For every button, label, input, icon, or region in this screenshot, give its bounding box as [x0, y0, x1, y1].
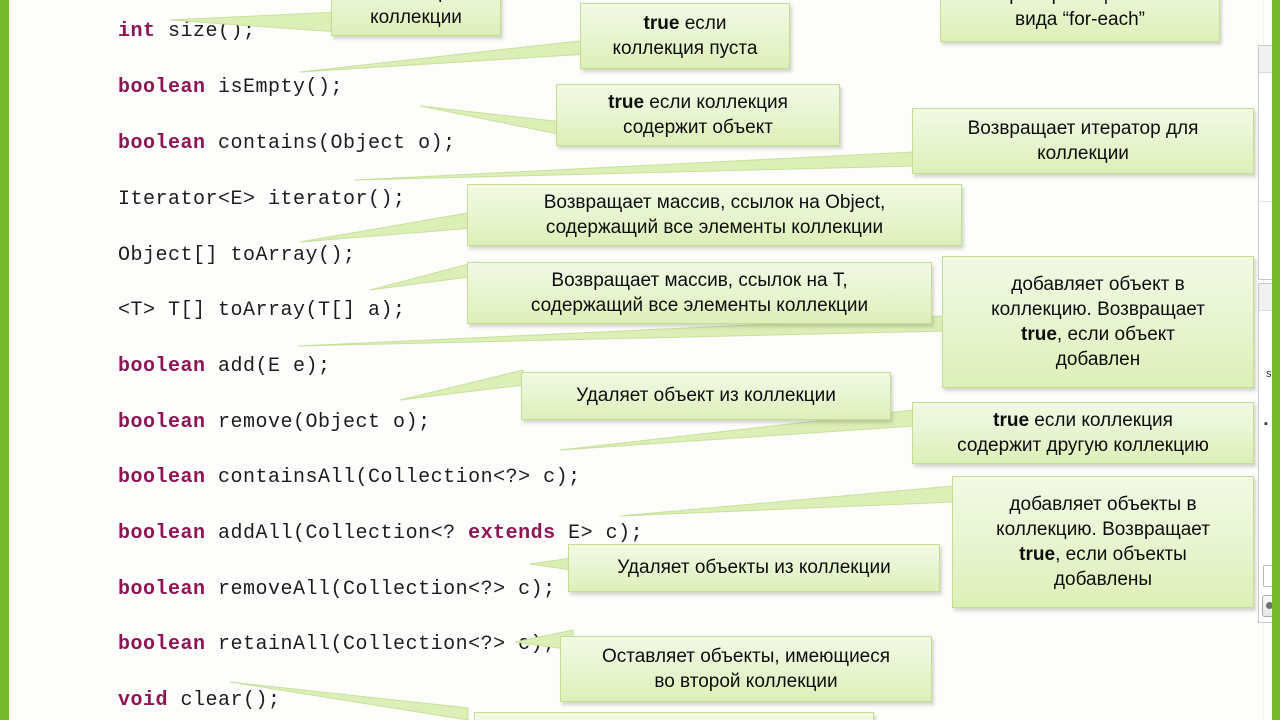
- callout-iterator-text: Возвращает итератор для коллекции: [923, 116, 1243, 166]
- pointer-toarray-generic: [369, 261, 477, 291]
- callout-contains-line1: если коллекция: [644, 91, 788, 113]
- code-keyword: boolean: [118, 633, 206, 656]
- pointer-addall: [619, 485, 954, 517]
- callout-toarray-generic-line2: содержащий все элементы коллекции: [530, 295, 869, 316]
- code-keyword: boolean: [118, 466, 206, 489]
- code-signature: removeAll(Collection<?> c);: [205, 578, 556, 601]
- callout-size: Размер коллекции: [331, 0, 501, 36]
- callout-size-line2: коллекции: [370, 7, 462, 28]
- pointer-remove: [399, 369, 524, 401]
- code-signature: remove(Object o);: [205, 411, 431, 434]
- background-panel-label-b: ▪: [1264, 418, 1268, 430]
- callout-containsall-line1: если коллекция: [1029, 409, 1173, 431]
- callout-isempty-line2: коллекция пуста: [612, 38, 758, 59]
- code-line-add: boolean add(E e);: [68, 337, 331, 397]
- pointer-toarray: [299, 211, 474, 243]
- callout-contains-line2: содержит объект: [623, 117, 773, 138]
- slide-canvas: s ▪ int size(); boolean isEmpty(); boole…: [0, 0, 1280, 720]
- code-signature: add(E e);: [205, 355, 331, 378]
- callout-containsall-line2: содержит другую коллекцию: [957, 435, 1209, 456]
- code-line-removeall: boolean removeAll(Collection<?> c);: [68, 560, 556, 620]
- callout-addall-line1: добавляет объекты в: [1009, 493, 1197, 515]
- callout-isempty: true если коллекция пуста: [580, 3, 790, 69]
- code-signature-tail: E> c);: [555, 522, 644, 545]
- callout-add-bold: true: [1021, 324, 1057, 345]
- code-keyword: boolean: [118, 355, 206, 378]
- callout-toarray-object-line1: Возвращает массив, ссылок на Object,: [543, 191, 886, 213]
- callout-addall: добавляет объекты в коллекцию. Возвращае…: [952, 476, 1254, 608]
- code-keyword: void: [118, 689, 169, 712]
- callout-add-line4: добавлен: [1055, 349, 1141, 371]
- code-keyword: boolean: [118, 411, 206, 434]
- code-signature: Object[] toArray();: [118, 244, 356, 267]
- pointer-iterator: [354, 151, 914, 181]
- background-panel-label-a: s: [1266, 368, 1272, 380]
- callout-addall-line2: коллекцию. Возвращает: [996, 518, 1210, 540]
- callout-add-line3: , если объект: [1056, 324, 1175, 345]
- callout-remove-text: Удаляет объект из коллекции: [576, 385, 836, 407]
- code-line-remove: boolean remove(Object o);: [68, 393, 431, 453]
- callout-addall-line4: добавлены: [1053, 569, 1153, 591]
- code-signature: retainAll(Collection<?> c);: [205, 633, 556, 656]
- pointer-contains: [419, 105, 564, 136]
- callout-toarray-generic: Возвращает массив, ссылок на Т, содержащ…: [467, 262, 932, 324]
- callout-addall-text: добавляет объекты в коллекцию. Возвращае…: [963, 492, 1243, 592]
- code-signature: containsAll(Collection<?> c);: [205, 466, 581, 489]
- callout-add-line1: добавляет объект в: [1011, 273, 1185, 295]
- code-keyword: int: [118, 20, 156, 43]
- code-line-retainall: boolean retainAll(Collection<?> c);: [68, 615, 556, 675]
- callout-add-text: добавляет объект в коллекцию. Возвращает…: [953, 272, 1243, 372]
- code-keyword-extends: extends: [468, 522, 556, 545]
- code-keyword: boolean: [118, 578, 206, 601]
- code-signature: isEmpty();: [205, 76, 344, 99]
- callout-add: добавляет объект в коллекцию. Возвращает…: [942, 256, 1254, 388]
- callout-size-text: Размер коллекции: [342, 0, 490, 30]
- callout-toarray-generic-line1: Возвращает массив, ссылок на Т,: [551, 269, 848, 291]
- code-signature: Iterator<E> iterator();: [118, 188, 406, 211]
- callout-removeall: Удаляет объекты из коллекции: [568, 544, 940, 592]
- callout-for-each-line2: вида “for-each”: [1015, 9, 1145, 30]
- callout-iterator-line1: Возвращает итератор для: [967, 117, 1199, 139]
- code-keyword: boolean: [118, 76, 206, 99]
- callout-retainall-text: Оставляет объекты, имеющиеся во второй к…: [571, 644, 921, 694]
- callout-for-each-text: перебирать циклами вида “for-each”: [951, 0, 1209, 32]
- slide-left-accent-bar: [0, 0, 9, 720]
- callout-contains-bold: true: [608, 91, 645, 113]
- callout-containsall-text: true если коллекция содержит другую колл…: [923, 408, 1243, 458]
- callout-containsall-bold: true: [993, 409, 1030, 431]
- callout-containsall: true если коллекция содержит другую колл…: [912, 402, 1254, 464]
- callout-toarray-object-line2: содержащий все элементы коллекции: [545, 217, 884, 238]
- callout-toarray-generic-text: Возвращает массив, ссылок на Т, содержащ…: [478, 268, 921, 318]
- pointer-isempty: [299, 39, 589, 73]
- callout-iterator-line2: коллекции: [1037, 143, 1129, 164]
- callout-for-each-line1: перебирать циклами: [988, 0, 1171, 5]
- callout-add-line2: коллекцию. Возвращает: [991, 298, 1205, 320]
- callout-addall-bold: true: [1019, 544, 1056, 565]
- callout-retainall-line1: Оставляет объекты, имеющиеся: [601, 645, 891, 667]
- callout-iterator: Возвращает итератор для коллекции: [912, 108, 1254, 174]
- callout-retainall: Оставляет объекты, имеющиеся во второй к…: [560, 636, 932, 702]
- callout-size-line1: Размер: [383, 0, 448, 3]
- code-line-containsall: boolean containsAll(Collection<?> c);: [68, 448, 581, 508]
- callout-isempty-line1: если: [679, 12, 727, 34]
- callout-toarray-object-text: Возвращает массив, ссылок на Object, сод…: [478, 190, 951, 240]
- code-keyword: boolean: [118, 132, 206, 155]
- code-keyword: boolean: [118, 522, 206, 545]
- callout-contains: true если коллекция содержит объект: [556, 84, 840, 146]
- callout-retainall-line2: во второй коллекции: [654, 671, 838, 692]
- callout-contains-text: true если коллекция содержит объект: [567, 90, 829, 140]
- callout-remove: Удаляет объект из коллекции: [521, 372, 891, 420]
- callout-clear-partial: [474, 712, 874, 720]
- callout-isempty-text: true если коллекция пуста: [591, 11, 779, 61]
- callout-toarray-object: Возвращает массив, ссылок на Object, сод…: [467, 184, 962, 246]
- code-signature: addAll(Collection<?: [205, 522, 469, 545]
- callout-addall-line3: , если объекты: [1055, 544, 1187, 565]
- callout-for-each: перебирать циклами вида “for-each”: [940, 0, 1220, 42]
- callout-isempty-bold: true: [643, 12, 680, 34]
- callout-removeall-text: Удаляет объекты из коллекции: [617, 557, 891, 579]
- slide-right-accent-bar: [1272, 0, 1280, 720]
- pointer-clear: [229, 681, 469, 720]
- pointer-size: [169, 11, 339, 33]
